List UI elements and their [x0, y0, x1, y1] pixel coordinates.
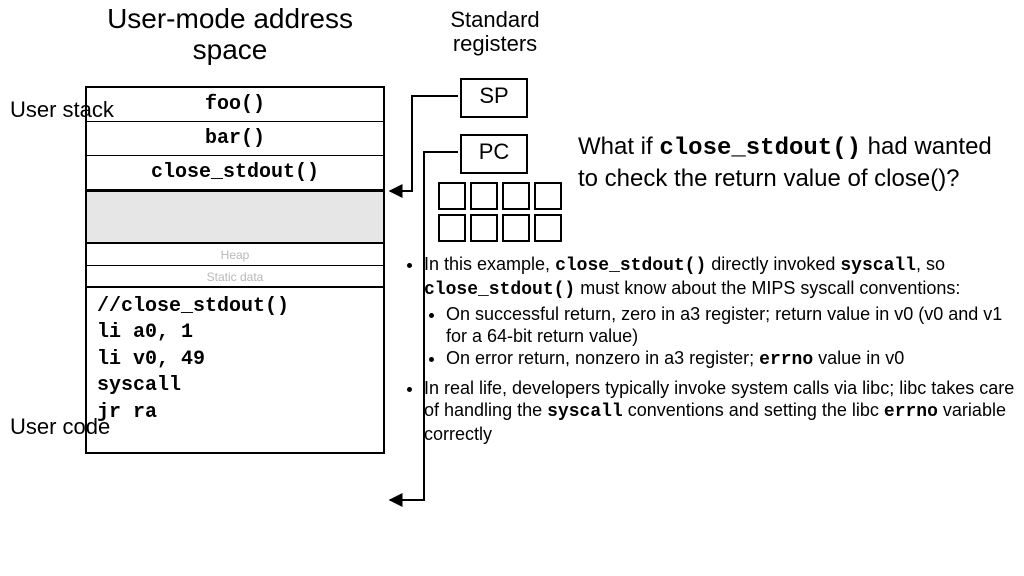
arrow-sp-to-stack [390, 96, 458, 191]
stack-frame-close-stdout: close_stdout() [87, 156, 383, 190]
static-data-segment: Static data [87, 266, 383, 288]
small-register-0 [438, 182, 466, 210]
register-pc: PC [460, 134, 528, 174]
small-register-3 [534, 182, 562, 210]
small-register-1 [470, 182, 498, 210]
small-register-2 [502, 182, 530, 210]
stack-frame-foo: foo() [87, 88, 383, 122]
user-code-segment: //close_stdout() li a0, 1 li v0, 49 sysc… [87, 288, 383, 452]
stack-free-region [87, 190, 383, 244]
small-register-7 [534, 214, 562, 242]
code-line-0: //close_stdout() [97, 294, 373, 320]
code-line-1: li a0, 1 [97, 320, 373, 346]
small-register-6 [502, 214, 530, 242]
bullet-list: In this example, close_stdout() directly… [406, 254, 1018, 452]
address-space-box: foo() bar() close_stdout() Heap Static d… [85, 86, 385, 454]
register-sp: SP [460, 78, 528, 118]
addr-space-title: User-mode address space [100, 4, 360, 66]
small-register-5 [470, 214, 498, 242]
bullet-1: In this example, close_stdout() directly… [424, 254, 1018, 372]
registers-title: Standard registers [420, 8, 570, 56]
code-line-2: li v0, 49 [97, 347, 373, 373]
small-register-4 [438, 214, 466, 242]
question-text: What if close_stdout() had wanted to che… [578, 132, 1008, 194]
stack-frame-bar: bar() [87, 122, 383, 156]
bullet-1b: On error return, nonzero in a3 register;… [446, 348, 1018, 372]
heap-segment: Heap [87, 244, 383, 266]
bullet-1a: On successful return, zero in a3 registe… [446, 304, 1018, 348]
code-line-3: syscall [97, 373, 373, 399]
bullet-2: In real life, developers typically invok… [424, 378, 1018, 446]
code-line-4: jr ra [97, 400, 373, 426]
